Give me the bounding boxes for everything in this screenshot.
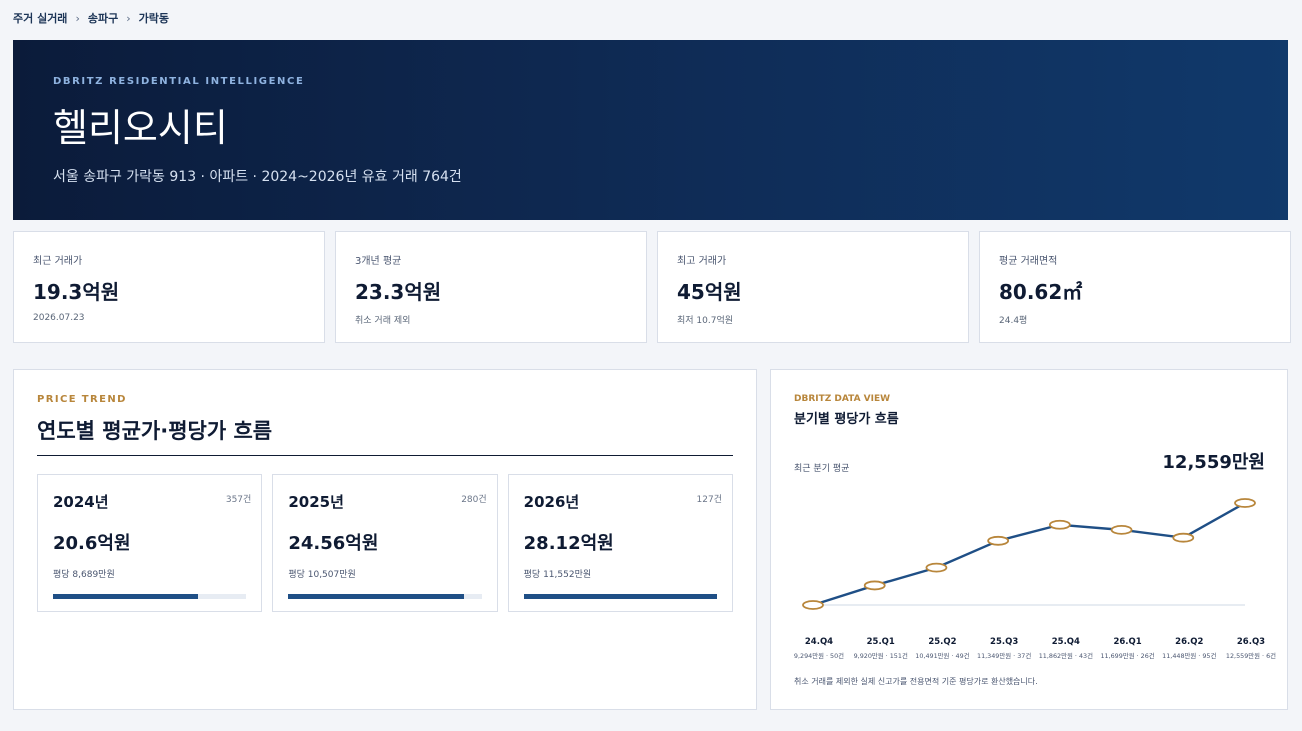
x-tick-label: 25.Q4 bbox=[1052, 637, 1080, 647]
year-label: 2026년 bbox=[523, 493, 580, 511]
price-per-pyeong: 평당 11,552만원 bbox=[523, 570, 592, 580]
data-point bbox=[1172, 532, 1195, 543]
year-label: 2025년 bbox=[288, 493, 344, 511]
data-point bbox=[925, 562, 948, 573]
stat-label: 최고 거래가 bbox=[677, 256, 727, 267]
x-tick-label: 25.Q3 bbox=[990, 637, 1018, 647]
quarterly-line-chart: 24.Q4 9,294만원 · 50건 25.Q1 9,920만원 · 151건 25.… bbox=[794, 498, 1276, 660]
stat-card-3yr-average: 3개년 평균 23.3억원 취소 거래 제외 bbox=[335, 231, 647, 343]
progress-bar bbox=[53, 594, 247, 599]
stat-label: 3개년 평균 bbox=[355, 256, 402, 267]
year-label: 2024년 bbox=[53, 493, 109, 511]
year-average-price: 20.6억원 bbox=[53, 533, 131, 554]
year-cards: 2024년 357건 20.6억원 평당 8,689만원 2025년 280건 … bbox=[37, 474, 733, 612]
progress-bar bbox=[288, 594, 482, 599]
stat-note: 24.4평 bbox=[999, 316, 1028, 326]
hero-eyebrow: DBRITZ RESIDENTIAL INTELLIGENCE bbox=[53, 76, 305, 87]
progress-fill bbox=[523, 594, 717, 599]
breadcrumb-separator-icon: › bbox=[126, 11, 131, 25]
stat-card-avg-area: 평균 거래면적 80.62㎡ 24.4평 bbox=[979, 231, 1291, 343]
stat-value: 19.3억원 bbox=[33, 280, 120, 304]
page-title: 헬리오시티 bbox=[53, 106, 228, 150]
breadcrumb-item-dong[interactable]: 가락동 bbox=[139, 10, 169, 26]
x-tick-label: 25.Q1 bbox=[867, 637, 895, 647]
x-tick-label: 26.Q3 bbox=[1237, 637, 1265, 647]
stat-note: 최저 10.7억원 bbox=[677, 316, 734, 326]
data-point bbox=[1234, 498, 1256, 508]
data-point bbox=[1110, 524, 1133, 535]
stat-value: 45억원 bbox=[677, 280, 742, 304]
year-card-2024: 2024년 357건 20.6억원 평당 8,689만원 bbox=[37, 474, 263, 612]
stat-note: 취소 거래 제외 bbox=[355, 316, 411, 326]
x-sublabel: 12,559만원 · 6건 bbox=[1226, 651, 1276, 660]
progress-bar bbox=[523, 594, 717, 599]
stat-value: 80.62㎡ bbox=[999, 280, 1083, 304]
stat-label: 평균 거래면적 bbox=[999, 256, 1058, 267]
progress-fill bbox=[288, 594, 465, 599]
chart-footnote: 취소 거래를 제외한 실제 신고가를 전용면적 기준 평당가로 환산했습니다. bbox=[794, 677, 1038, 686]
price-per-pyeong: 평당 10,507만원 bbox=[288, 570, 356, 580]
year-card-2025: 2025년 280건 24.56억원 평당 10,507만원 bbox=[272, 474, 498, 612]
x-tick-label: 24.Q4 bbox=[805, 637, 833, 647]
x-sublabel: 11,862만원 · 43건 bbox=[1039, 651, 1093, 660]
deal-count: 127건 bbox=[696, 495, 722, 505]
hero-subtitle: 서울 송파구 가락동 913 · 아파트 · 2024~2026년 유효 거래 … bbox=[53, 169, 462, 185]
x-sublabel: 10,491만원 · 49건 bbox=[915, 651, 969, 660]
x-tick-label: 26.Q1 bbox=[1113, 637, 1141, 647]
x-sublabel: 9,920만원 · 151건 bbox=[854, 651, 908, 660]
x-tick-label: 26.Q2 bbox=[1175, 637, 1203, 647]
deal-count: 280건 bbox=[461, 495, 487, 505]
stat-card-recent-price: 최근 거래가 19.3억원 2026.07.23 bbox=[13, 231, 325, 343]
deal-count: 357건 bbox=[225, 495, 252, 505]
trend-eyebrow: PRICE TREND bbox=[37, 394, 127, 405]
x-sublabel: 9,294만원 · 50건 bbox=[794, 651, 844, 660]
quarterly-chart-panel: DBRITZ DATA VIEW 분기별 평당가 흐름 최근 분기 평균 12,… bbox=[770, 369, 1288, 710]
year-card-2026: 2026년 127건 28.12억원 평당 11,552만원 bbox=[507, 474, 733, 612]
hero-banner: DBRITZ RESIDENTIAL INTELLIGENCE 헬리오시티 서울… bbox=[13, 40, 1288, 220]
breadcrumb-separator-icon: › bbox=[75, 11, 80, 25]
breadcrumb-item-residential[interactable]: 주거 실거래 bbox=[13, 10, 67, 26]
year-average-price: 24.56억원 bbox=[288, 533, 379, 554]
x-sublabel: 11,699만원 · 26건 bbox=[1100, 651, 1154, 660]
breadcrumb: 주거 실거래 › 송파구 › 가락동 bbox=[13, 10, 169, 26]
stat-note: 2026.07.23 bbox=[33, 313, 85, 323]
stat-value: 23.3억원 bbox=[355, 280, 442, 304]
price-per-pyeong: 평당 8,689만원 bbox=[53, 570, 115, 580]
x-sublabel: 11,349만원 · 37건 bbox=[977, 651, 1031, 660]
stat-label: 최근 거래가 bbox=[33, 256, 83, 267]
data-point bbox=[1048, 519, 1071, 530]
data-point bbox=[863, 580, 886, 591]
x-tick-label: 25.Q2 bbox=[928, 637, 956, 647]
stat-cards: 최근 거래가 19.3억원 2026.07.23 3개년 평균 23.3억원 취… bbox=[13, 231, 1291, 343]
stat-card-max-price: 최고 거래가 45억원 최저 10.7억원 bbox=[657, 231, 969, 343]
data-point bbox=[987, 535, 1010, 546]
trend-title: 연도별 평균가·평당가 흐름 bbox=[37, 415, 733, 456]
data-point bbox=[802, 600, 824, 610]
year-average-price: 28.12억원 bbox=[523, 533, 614, 554]
x-sublabel: 11,448만원 · 95건 bbox=[1162, 651, 1216, 660]
price-trend-panel: PRICE TREND 연도별 평균가·평당가 흐름 2024년 357건 20… bbox=[13, 369, 757, 710]
progress-fill bbox=[53, 594, 198, 599]
breadcrumb-item-district[interactable]: 송파구 bbox=[88, 10, 118, 26]
